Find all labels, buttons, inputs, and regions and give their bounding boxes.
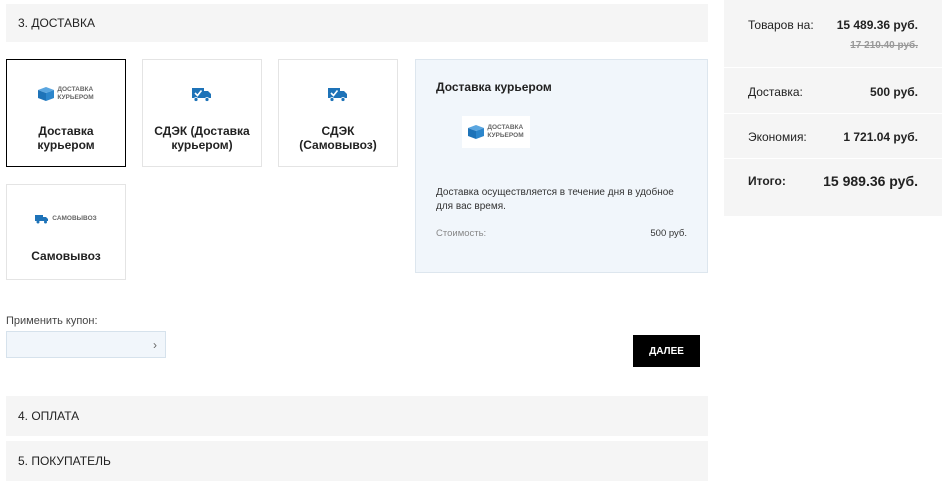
summary-economy-row: Экономия: 1 721.04 руб. xyxy=(724,115,942,159)
summary-delivery-row: Доставка: 500 руб. xyxy=(724,69,942,114)
chevron-right-icon[interactable]: › xyxy=(153,338,157,352)
coupon-input[interactable] xyxy=(7,332,147,357)
section-delivery-header[interactable]: 3. ДОСТАВКА xyxy=(6,4,708,42)
delivery-detail-panel: Доставка курьером ДОСТАВКА КУРЬЕРОМ Дост… xyxy=(415,59,708,273)
summary-economy-label: Экономия: xyxy=(748,130,807,144)
section-delivery-title: 3. ДОСТАВКА xyxy=(18,16,96,30)
delivery-option-courier[interactable]: ДОСТАВКА КУРЬЕРОМ Доставка курьером xyxy=(6,59,126,167)
pickup-logo: САМОВЫВОЗ xyxy=(35,195,97,243)
delivery-option-sdek-pickup-label: СДЭК (Самовывоз) xyxy=(299,124,377,152)
summary-total-value: 15 989.36 руб. xyxy=(823,173,918,189)
summary-goods-label: Товаров на: xyxy=(748,18,814,32)
detail-title: Доставка курьером xyxy=(436,80,552,94)
section-payment-title: 4. ОПЛАТА xyxy=(18,409,80,423)
detail-cost-label: Стоимость: xyxy=(436,228,487,239)
detail-logo-text-1: ДОСТАВКА xyxy=(487,124,524,131)
courier-logo: ДОСТАВКА КУРЬЕРОМ xyxy=(38,70,94,118)
sdek-courier-logo xyxy=(192,70,212,118)
coupon-label: Применить купон: xyxy=(6,315,98,327)
section-buyer-title: 5. ПОКУПАТЕЛЬ xyxy=(18,454,111,468)
delivery-option-sdek-courier-label: СДЭК (Доставка курьером) xyxy=(154,124,250,152)
detail-description: Доставка осуществляется в течение дня в … xyxy=(436,187,674,212)
detail-cost-value: 500 руб. xyxy=(650,228,687,239)
summary-delivery-label: Доставка: xyxy=(748,85,803,99)
summary-total-row: Итого: 15 989.36 руб. xyxy=(724,160,942,216)
delivery-option-courier-label: Доставка курьером xyxy=(37,124,95,152)
truck-icon xyxy=(35,215,49,224)
delivery-truck-check-icon xyxy=(192,88,211,102)
summary-economy-value: 1 721.04 руб. xyxy=(843,130,918,144)
section-payment-header[interactable]: 4. ОПЛАТА xyxy=(6,396,708,436)
delivery-option-pickup-label: Самовывоз xyxy=(31,249,101,263)
next-button[interactable]: ДАЛЕЕ xyxy=(633,335,700,367)
coupon-field: › xyxy=(6,331,166,358)
pickup-logo-text: САМОВЫВОЗ xyxy=(52,215,97,222)
box-icon xyxy=(468,125,485,139)
delivery-option-sdek-pickup[interactable]: СДЭК (Самовывоз) xyxy=(278,59,398,167)
summary-goods-row: Товаров на: 15 489.36 руб. 17 210.40 руб… xyxy=(724,0,942,68)
order-summary: Товаров на: 15 489.36 руб. 17 210.40 руб… xyxy=(724,0,942,216)
summary-delivery-value: 500 руб. xyxy=(870,85,918,99)
delivery-option-sdek-courier[interactable]: СДЭК (Доставка курьером) xyxy=(142,59,262,167)
sdek-pickup-logo xyxy=(328,70,348,118)
detail-logo-text-2: КУРЬЕРОМ xyxy=(487,132,524,139)
detail-logo: ДОСТАВКА КУРЬЕРОМ xyxy=(462,116,530,148)
delivery-truck-check-icon xyxy=(328,88,347,102)
delivery-option-pickup[interactable]: САМОВЫВОЗ Самовывоз xyxy=(6,184,126,280)
summary-goods-value: 15 489.36 руб. xyxy=(836,18,918,32)
box-icon xyxy=(38,87,55,101)
courier-logo-text-1: ДОСТАВКА xyxy=(57,86,94,93)
summary-total-label: Итого: xyxy=(748,174,786,188)
section-buyer-header[interactable]: 5. ПОКУПАТЕЛЬ xyxy=(6,441,708,481)
courier-logo-text-2: КУРЬЕРОМ xyxy=(57,94,94,101)
summary-goods-old-value: 17 210.40 руб. xyxy=(850,40,918,51)
